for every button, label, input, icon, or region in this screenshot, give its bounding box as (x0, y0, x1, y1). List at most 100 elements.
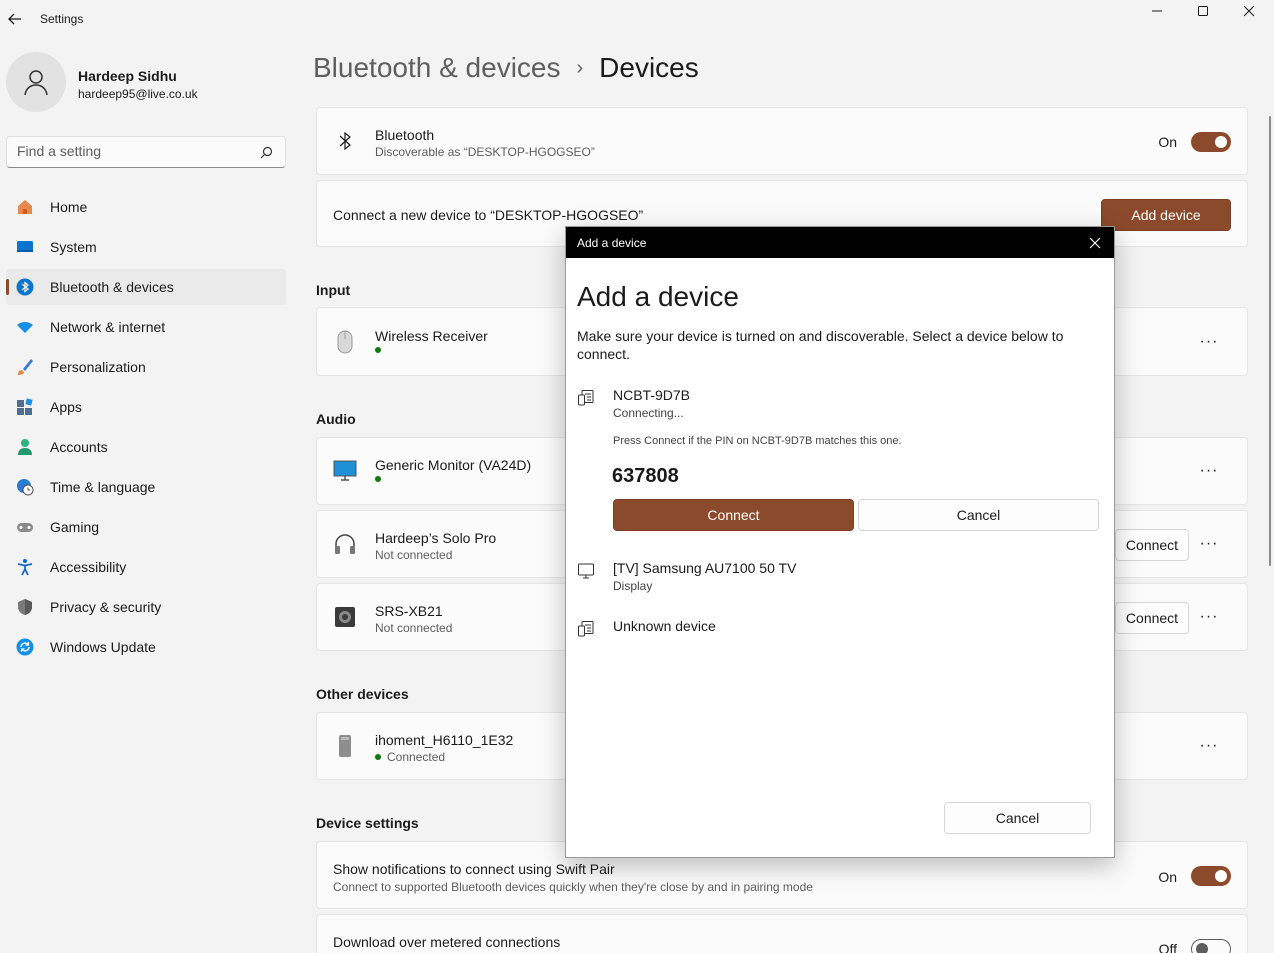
dialog-device-ncbt[interactable]: NCBT-9D7B Connecting... (577, 387, 1097, 427)
bluetooth-toggle[interactable] (1191, 132, 1231, 152)
device-name: SRS-XB21 (375, 603, 443, 619)
more-options-button[interactable]: ··· (1197, 536, 1221, 552)
shield-icon (16, 598, 34, 616)
more-options-button[interactable]: ··· (1197, 738, 1221, 754)
search-input[interactable] (17, 143, 247, 159)
device-status-text: Connected (387, 750, 446, 764)
sidebar-item-label: System (50, 239, 97, 255)
pin-code: 637808 (612, 465, 679, 487)
sidebar-item-label: Personalization (50, 359, 146, 375)
add-device-button[interactable]: Add device (1101, 199, 1231, 231)
bluetooth-icon (333, 129, 357, 153)
metered-toggle[interactable] (1191, 939, 1231, 953)
sidebar-item-label: Bluetooth & devices (50, 279, 174, 295)
device-tower-icon (333, 734, 357, 758)
sidebar-nav: Home System Bluetooth & devices Network … (6, 189, 286, 669)
sidebar-item-apps[interactable]: Apps (6, 389, 286, 425)
sidebar-item-label: Gaming (50, 519, 100, 535)
sidebar-item-label: Windows Update (50, 639, 156, 655)
back-arrow-icon[interactable] (6, 10, 24, 28)
swift-pair-subtitle: Connect to supported Bluetooth devices q… (333, 880, 813, 894)
device-status: Not connected (375, 621, 453, 635)
sidebar-item-bluetooth-devices[interactable]: Bluetooth & devices (6, 269, 286, 305)
more-options-button[interactable]: ··· (1197, 333, 1221, 350)
sidebar-item-windows-update[interactable]: Windows Update (6, 629, 286, 665)
device-name: Wireless Receiver (375, 328, 488, 344)
connect-button[interactable]: Connect (613, 499, 854, 531)
connect-button[interactable]: Connect (1115, 529, 1189, 561)
settings-search[interactable] (6, 136, 286, 168)
user-name: Hardeep Sidhu (78, 68, 177, 84)
close-icon[interactable] (1088, 236, 1102, 250)
device-status: Connected (375, 750, 445, 764)
person-icon (24, 70, 48, 96)
device-name: Generic Monitor (VA24D) (375, 457, 532, 473)
dialog-device-name: NCBT-9D7B (613, 387, 691, 403)
sidebar-item-time-language[interactable]: Time & language (6, 469, 286, 505)
dialog-title: Add a device (577, 236, 647, 250)
add-device-dialog: Add a device Add a device Make sure your… (565, 226, 1115, 858)
speaker-icon (333, 605, 357, 629)
device-name: Hardeep’s Solo Pro (375, 530, 497, 546)
breadcrumb: Bluetooth & devices › Devices (313, 52, 699, 84)
breadcrumb-parent[interactable]: Bluetooth & devices (313, 52, 561, 84)
headphones-icon (333, 532, 357, 556)
add-device-text: Connect a new device to “DESKTOP-HGOGSEO… (333, 207, 644, 223)
swift-pair-state-label: On (1158, 869, 1177, 885)
generic-device-icon (577, 620, 595, 638)
device-status: Not connected (375, 548, 453, 562)
dialog-device-name: Unknown device (613, 618, 716, 634)
avatar (6, 52, 66, 112)
status-dot (375, 347, 381, 353)
section-other-devices: Other devices (316, 686, 409, 702)
sidebar-item-home[interactable]: Home (6, 189, 286, 225)
search-icon[interactable] (260, 146, 273, 159)
more-options-button[interactable]: ··· (1197, 463, 1221, 479)
wifi-icon (16, 318, 34, 336)
sidebar-item-label: Apps (50, 399, 82, 415)
sidebar-item-label: Time & language (50, 479, 156, 495)
device-name: ihoment_H6110_1E32 (375, 732, 514, 748)
bluetooth-card: Bluetooth Discoverable as “DESKTOP-HGOGS… (316, 107, 1248, 175)
metered-title: Download over metered connections (333, 934, 561, 950)
sidebar-item-accounts[interactable]: Accounts (6, 429, 286, 465)
swift-pair-title: Show notifications to connect using Swif… (333, 861, 615, 877)
dialog-device-samsung-tv[interactable]: [TV] Samsung AU7100 50 TV Display (577, 560, 1097, 600)
cancel-button[interactable]: Cancel (944, 802, 1091, 834)
minimize-button[interactable] (1134, 0, 1180, 22)
metered-state-label: Off (1158, 941, 1177, 953)
sidebar-item-label: Accessibility (50, 559, 127, 575)
maximize-button[interactable] (1180, 0, 1226, 22)
close-window-button[interactable] (1226, 0, 1272, 22)
sidebar-item-privacy-security[interactable]: Privacy & security (6, 589, 286, 625)
sidebar-item-accessibility[interactable]: Accessibility (6, 549, 286, 585)
user-profile[interactable]: Hardeep Sidhu hardeep95@live.co.uk (6, 52, 286, 112)
dialog-device-status: Connecting... (613, 406, 684, 420)
more-options-button[interactable]: ··· (1197, 609, 1221, 625)
dialog-device-unknown[interactable]: Unknown device (577, 618, 1097, 642)
accessibility-icon (16, 558, 34, 576)
pin-prompt: Press Connect if the PIN on NCBT-9D7B ma… (613, 435, 902, 447)
sidebar-item-gaming[interactable]: Gaming (6, 509, 286, 545)
user-email: hardeep95@live.co.uk (78, 87, 198, 101)
bluetooth-subtitle: Discoverable as “DESKTOP-HGOGSEO” (375, 145, 595, 159)
breadcrumb-separator: › (576, 56, 584, 79)
cancel-pairing-button[interactable]: Cancel (858, 499, 1099, 531)
dialog-heading: Add a device (577, 281, 739, 312)
title-bar: Settings (0, 0, 1274, 38)
system-icon (16, 238, 34, 256)
brush-icon (16, 358, 34, 376)
section-input: Input (316, 282, 351, 298)
sidebar-item-personalization[interactable]: Personalization (6, 349, 286, 385)
generic-device-icon (577, 389, 595, 407)
dialog-device-status: Display (613, 579, 653, 593)
globe-clock-icon (16, 478, 34, 496)
sidebar-item-network[interactable]: Network & internet (6, 309, 286, 345)
monitor-icon (333, 459, 357, 483)
device-status (375, 476, 387, 482)
bluetooth-icon (16, 278, 34, 296)
connect-button[interactable]: Connect (1115, 602, 1189, 634)
swift-pair-toggle[interactable] (1191, 866, 1231, 886)
scrollbar[interactable] (1269, 116, 1271, 566)
sidebar-item-system[interactable]: System (6, 229, 286, 265)
